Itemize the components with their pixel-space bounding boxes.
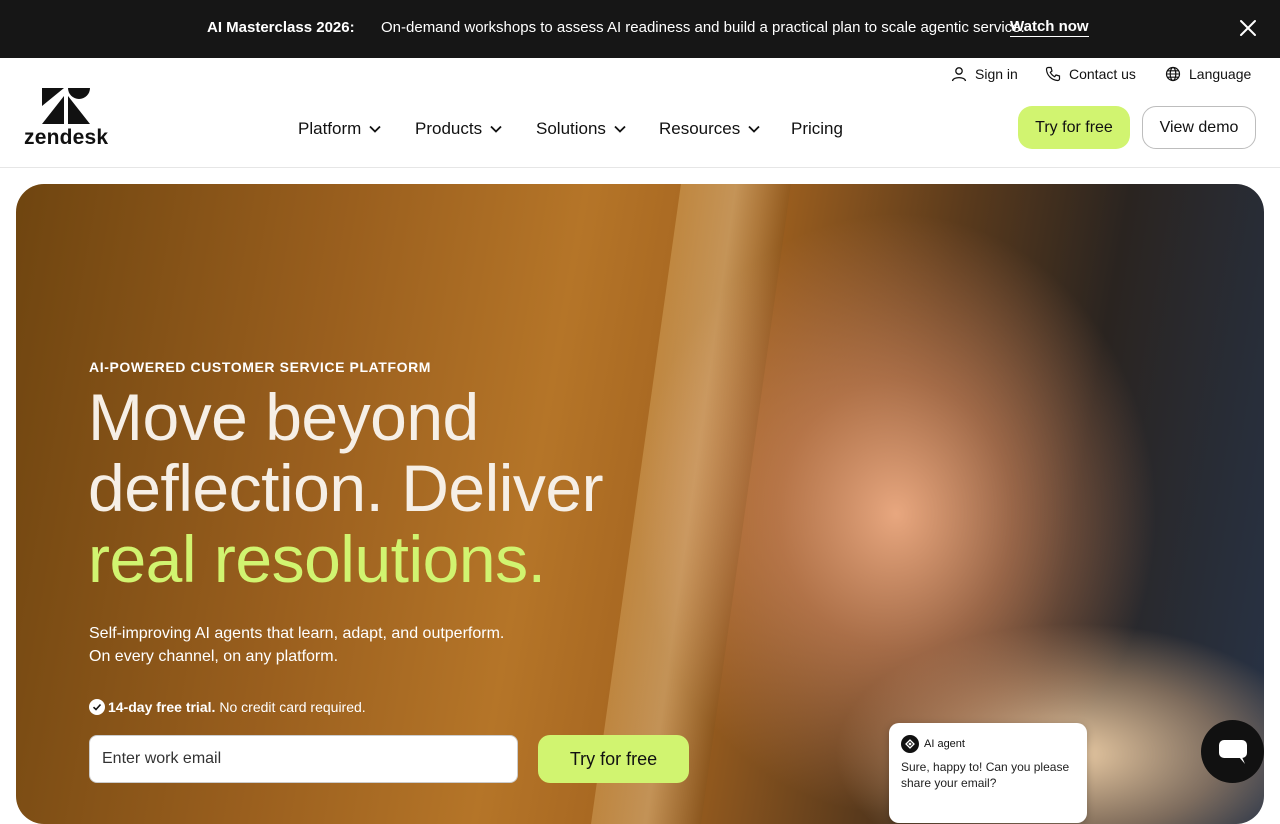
nav-platform[interactable]: Platform xyxy=(298,119,381,139)
nav-pricing-label: Pricing xyxy=(791,119,843,138)
ai-agent-avatar-icon xyxy=(901,735,919,753)
hero-headline-line2: deflection. Deliver xyxy=(88,451,604,525)
chevron-down-icon xyxy=(369,125,381,133)
globe-icon xyxy=(1165,66,1181,82)
announcement-bar: AI Masterclass 2026: On-demand workshops… xyxy=(0,0,1280,58)
trial-text: No credit card required. xyxy=(219,699,366,715)
try-for-free-hero-button[interactable]: Try for free xyxy=(538,735,689,783)
nav-pricing[interactable]: Pricing xyxy=(791,119,843,139)
logo-wordmark: zendesk xyxy=(24,126,109,149)
nav-products-label: Products xyxy=(415,119,483,138)
contact-us-link[interactable]: Contact us xyxy=(1045,66,1136,82)
chevron-down-icon xyxy=(748,125,760,133)
chevron-down-icon xyxy=(490,125,502,133)
announcement-title: AI Masterclass 2026: xyxy=(207,19,355,36)
nav-solutions[interactable]: Solutions xyxy=(536,119,626,139)
sign-in-link[interactable]: Sign in xyxy=(951,66,1018,82)
hero-headline-line1: Move beyond xyxy=(88,380,479,454)
announcement-text: On-demand workshops to assess AI readine… xyxy=(381,19,1025,36)
nav-platform-label: Platform xyxy=(298,119,362,138)
language-label: Language xyxy=(1189,66,1252,82)
view-demo-button[interactable]: View demo xyxy=(1142,106,1256,149)
work-email-input[interactable] xyxy=(89,735,518,783)
nav-products[interactable]: Products xyxy=(415,119,502,139)
chat-message: Sure, happy to! Can you please share you… xyxy=(901,760,1070,790)
close-icon[interactable] xyxy=(1238,18,1258,38)
watch-now-link[interactable]: Watch now xyxy=(1010,18,1089,37)
chevron-down-icon xyxy=(614,125,626,133)
chat-agent-header: AI agent xyxy=(901,735,965,753)
hero-background-image xyxy=(591,184,791,824)
chat-bubble-icon xyxy=(1218,739,1247,764)
trial-note: 14-day free trial. No credit card requir… xyxy=(89,699,366,715)
chat-agent-label: AI agent xyxy=(924,738,965,750)
nav-resources[interactable]: Resources xyxy=(659,119,760,139)
user-icon xyxy=(951,67,967,82)
chat-launcher-button[interactable] xyxy=(1201,720,1264,783)
hero-eyebrow: AI-POWERED CUSTOMER SERVICE PLATFORM xyxy=(89,359,432,375)
checkmark-icon xyxy=(89,699,105,715)
chat-preview-card[interactable]: AI agent Sure, happy to! Can you please … xyxy=(889,723,1087,823)
site-header: zendesk Sign in Contact us Language Plat… xyxy=(0,58,1280,168)
sign-in-label: Sign in xyxy=(975,66,1018,82)
nav-resources-label: Resources xyxy=(659,119,741,138)
hero-subtitle-line2: On every channel, on any platform. xyxy=(89,648,339,665)
nav-solutions-label: Solutions xyxy=(536,119,606,138)
contact-us-label: Contact us xyxy=(1069,66,1136,82)
language-selector[interactable]: Language xyxy=(1165,66,1251,82)
hero-subtitle: Self-improving AI agents that learn, ada… xyxy=(89,622,504,668)
zendesk-logo-mark xyxy=(42,88,90,124)
hero-subtitle-line1: Self-improving AI agents that learn, ada… xyxy=(89,625,505,642)
phone-icon xyxy=(1045,66,1061,82)
trial-bold-text: 14-day free trial. xyxy=(108,699,216,715)
hero-headline-highlight: real resolutions. xyxy=(88,522,546,596)
hero-headline: Move beyond deflection. Deliver real res… xyxy=(88,380,604,596)
try-for-free-header-button[interactable]: Try for free xyxy=(1018,106,1130,149)
zendesk-logo[interactable]: zendesk xyxy=(24,88,109,149)
